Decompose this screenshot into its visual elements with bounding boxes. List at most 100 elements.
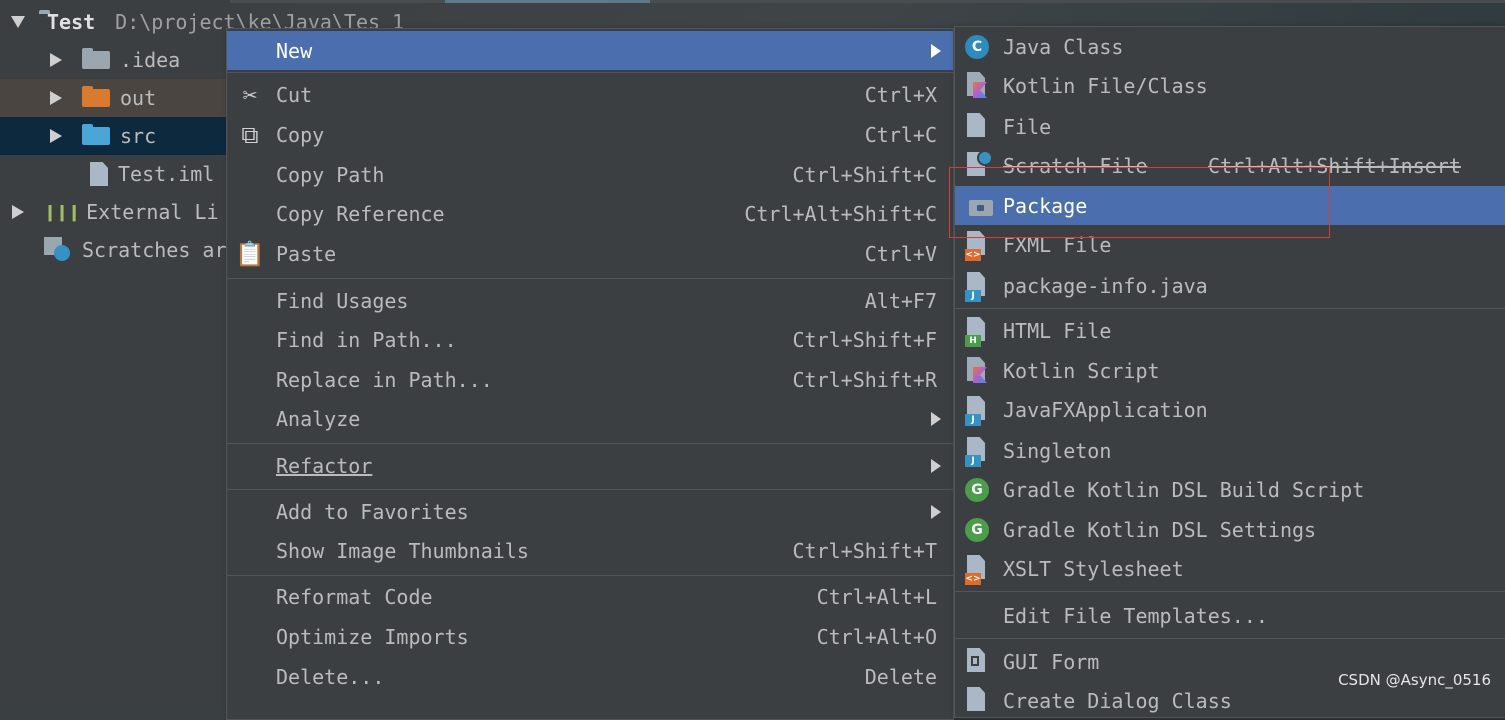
menu-item-copy-path[interactable]: Copy Path Ctrl+Shift+C <box>227 155 953 194</box>
menu-item-delete[interactable]: Delete... Delete <box>227 657 953 696</box>
submenu-item-label: GUI Form <box>1003 649 1100 674</box>
new-submenu: C Java Class Kotlin File/Class File Scra… <box>954 26 1505 718</box>
collapse-arrow-icon[interactable] <box>50 129 62 143</box>
menu-item-shortcut: Ctrl+V <box>864 241 937 266</box>
folder-icon <box>82 48 110 69</box>
collapse-arrow-icon[interactable] <box>12 205 24 219</box>
tree-item-test-iml[interactable]: Test.iml <box>0 155 230 193</box>
active-tab-indicator <box>445 0 650 3</box>
menu-item-label: New <box>276 38 313 63</box>
kotlin-script-icon <box>963 357 991 385</box>
tree-item-label: Scratches ar <box>82 238 227 262</box>
menu-item-optimize-imports[interactable]: Optimize Imports Ctrl+Alt+O <box>227 617 953 656</box>
scissors-icon: ✂ <box>242 80 258 109</box>
menu-item-label: Reformat Code <box>276 584 433 609</box>
menu-item-label: Refactor <box>276 453 373 478</box>
tree-root-label: Test <box>47 10 96 34</box>
submenu-item-label: File <box>1003 114 1052 139</box>
menu-item-find-in-path[interactable]: Find in Path... Ctrl+Shift+F <box>227 320 953 359</box>
new-item-file[interactable]: File <box>955 107 1505 146</box>
menu-item-shortcut: Ctrl+Alt+L <box>816 584 937 609</box>
submenu-separator <box>955 308 1505 309</box>
menu-separator <box>227 72 953 73</box>
new-item-package-info[interactable]: J package-info.java <box>955 266 1505 305</box>
menu-item-show-image-thumbnails[interactable]: Show Image Thumbnails Ctrl+Shift+T <box>227 531 953 570</box>
menu-item-label: Cut <box>276 82 313 107</box>
watermark: CSDN @Async_0516 <box>1338 671 1491 689</box>
tree-item-label: Test.iml <box>118 162 215 186</box>
menu-item-label: Add to Favorites <box>276 499 469 524</box>
menu-item-reformat-code[interactable]: Reformat Code Ctrl+Alt+L <box>227 577 953 616</box>
menu-item-shortcut: Ctrl+Alt+Shift+C <box>744 201 937 226</box>
submenu-arrow-icon <box>931 43 941 58</box>
collapse-arrow-icon[interactable] <box>50 91 62 105</box>
new-item-java-class[interactable]: C Java Class <box>955 27 1505 66</box>
new-item-singleton[interactable]: J Singleton <box>955 431 1505 470</box>
submenu-item-label: Java Class <box>1003 34 1124 59</box>
new-item-javafx-application[interactable]: J JavaFXApplication <box>955 390 1505 429</box>
new-item-edit-file-templates[interactable]: Edit File Templates... <box>955 596 1505 635</box>
gradle-icon: G <box>963 516 991 544</box>
menu-separator <box>227 489 953 490</box>
tree-item-src[interactable]: src <box>0 117 230 155</box>
menu-item-new[interactable]: New <box>227 31 953 70</box>
tree-item-label: .idea <box>120 48 181 72</box>
menu-item-copy[interactable]: ⧉ Copy Ctrl+C <box>227 115 953 154</box>
new-item-kotlin-file[interactable]: Kotlin File/Class <box>955 66 1505 105</box>
submenu-arrow-icon <box>931 411 941 426</box>
java-class-icon: C <box>963 33 991 61</box>
java-file-icon: J <box>963 272 991 302</box>
menu-separator <box>227 443 953 444</box>
menu-separator <box>227 575 953 576</box>
menu-item-add-to-favorites[interactable]: Add to Favorites <box>227 492 953 531</box>
menu-item-label: Copy <box>276 122 325 147</box>
menu-item-copy-reference[interactable]: Copy Reference Ctrl+Alt+Shift+C <box>227 194 953 233</box>
new-item-kotlin-script[interactable]: Kotlin Script <box>955 351 1505 390</box>
submenu-item-label: Gradle Kotlin DSL Settings <box>1003 517 1317 542</box>
submenu-item-label: package-info.java <box>1003 273 1208 298</box>
new-item-xslt-stylesheet[interactable]: <> XSLT Stylesheet <box>955 549 1505 588</box>
new-item-gradle-build-script[interactable]: G Gradle Kotlin DSL Build Script <box>955 470 1505 509</box>
new-item-html-file[interactable]: H HTML File <box>955 311 1505 350</box>
menu-item-label: Optimize Imports <box>276 624 469 649</box>
menu-separator <box>227 278 953 279</box>
menu-item-analyze[interactable]: Analyze <box>227 399 953 438</box>
clipboard-icon: 📋 <box>235 239 265 268</box>
submenu-item-label: Kotlin File/Class <box>1003 73 1208 98</box>
file-icon <box>963 687 991 715</box>
menu-item-refactor[interactable]: Refactor <box>227 446 953 485</box>
tree-item-scratches[interactable]: Scratches ar <box>0 231 230 269</box>
menu-item-shortcut: Ctrl+Shift+T <box>792 538 938 563</box>
file-icon <box>963 113 991 141</box>
tree-item-out[interactable]: out <box>0 79 230 117</box>
java-file-icon: J <box>963 396 991 426</box>
xslt-file-icon: <> <box>963 555 991 585</box>
menu-item-label: Copy Reference <box>276 201 445 226</box>
menu-item-paste[interactable]: 📋 Paste Ctrl+V <box>227 234 953 273</box>
menu-item-label: Find Usages <box>276 288 409 313</box>
menu-item-label: Delete... <box>276 664 385 689</box>
menu-item-shortcut: Delete <box>864 664 937 689</box>
source-folder-icon <box>82 124 110 145</box>
submenu-separator <box>955 638 1505 639</box>
gui-form-icon <box>963 648 991 676</box>
submenu-item-label: Create Dialog Class <box>1003 688 1232 713</box>
new-item-gradle-settings[interactable]: G Gradle Kotlin DSL Settings <box>955 510 1505 549</box>
tree-root-test[interactable]: Test D:\project\ke\Java\Tes 1 <box>0 3 404 41</box>
submenu-item-label: Gradle Kotlin DSL Build Script <box>1003 477 1365 502</box>
menu-item-label: Replace in Path... <box>276 367 493 392</box>
menu-item-replace-in-path[interactable]: Replace in Path... Ctrl+Shift+R <box>227 360 953 399</box>
menu-item-label: Find in Path... <box>276 327 457 352</box>
menu-item-label: Show Image Thumbnails <box>276 538 529 563</box>
menu-item-label: Copy Path <box>276 162 385 187</box>
excluded-folder-icon <box>82 86 110 107</box>
submenu-item-label: Kotlin Script <box>1003 358 1160 383</box>
tree-item-idea[interactable]: .idea <box>0 41 230 79</box>
tree-item-external-libraries[interactable]: ❙❙❙ External Li <box>0 193 230 231</box>
collapse-arrow-icon[interactable] <box>50 53 62 67</box>
submenu-item-label: HTML File <box>1003 318 1112 343</box>
menu-item-label: Paste <box>276 241 337 266</box>
menu-item-cut[interactable]: ✂ Cut Ctrl+X <box>227 75 953 114</box>
expand-arrow-icon[interactable] <box>11 16 25 28</box>
menu-item-find-usages[interactable]: Find Usages Alt+F7 <box>227 281 953 320</box>
